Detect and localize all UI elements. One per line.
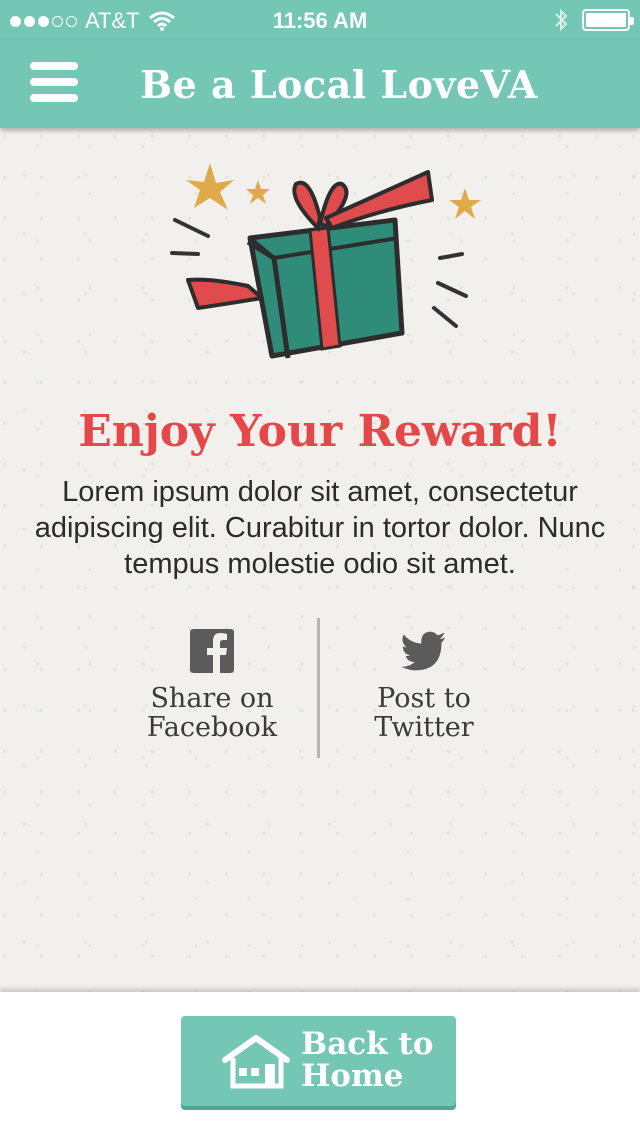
share-divider (317, 618, 320, 758)
bluetooth-icon (555, 8, 568, 32)
share-facebook-label: Share on Facebook (146, 683, 278, 743)
share-facebook-button[interactable]: Share on Facebook (122, 628, 302, 742)
hamburger-menu-icon[interactable] (30, 62, 78, 106)
nav-bar: Be a Local LoveVA (0, 40, 640, 128)
post-twitter-label: Post to Twitter (374, 683, 474, 743)
footer: Back to Home (0, 992, 640, 1136)
back-to-home-label: Back to Home (301, 1026, 434, 1094)
status-time: 11:56 AM (272, 8, 368, 33)
battery-icon (582, 9, 634, 31)
page-title: Be a Local LoveVA (140, 62, 538, 107)
post-twitter-button[interactable]: Post to Twitter (334, 628, 514, 742)
facebook-icon (190, 629, 234, 674)
main-content: Enjoy Your Reward! Lorem ipsum dolor sit… (0, 128, 640, 992)
gift-box-icon (170, 163, 481, 359)
twitter-bird-icon (401, 631, 446, 671)
back-to-home-button[interactable]: Back to Home (181, 1016, 456, 1106)
reward-description: Lorem ipsum dolor sit amet, consectetur … (34, 476, 606, 580)
reward-title: Enjoy Your Reward! (78, 406, 562, 457)
house-icon (222, 1035, 290, 1089)
status-right (554, 8, 634, 32)
status-bar: AT&T 11:56 AM (0, 0, 640, 40)
